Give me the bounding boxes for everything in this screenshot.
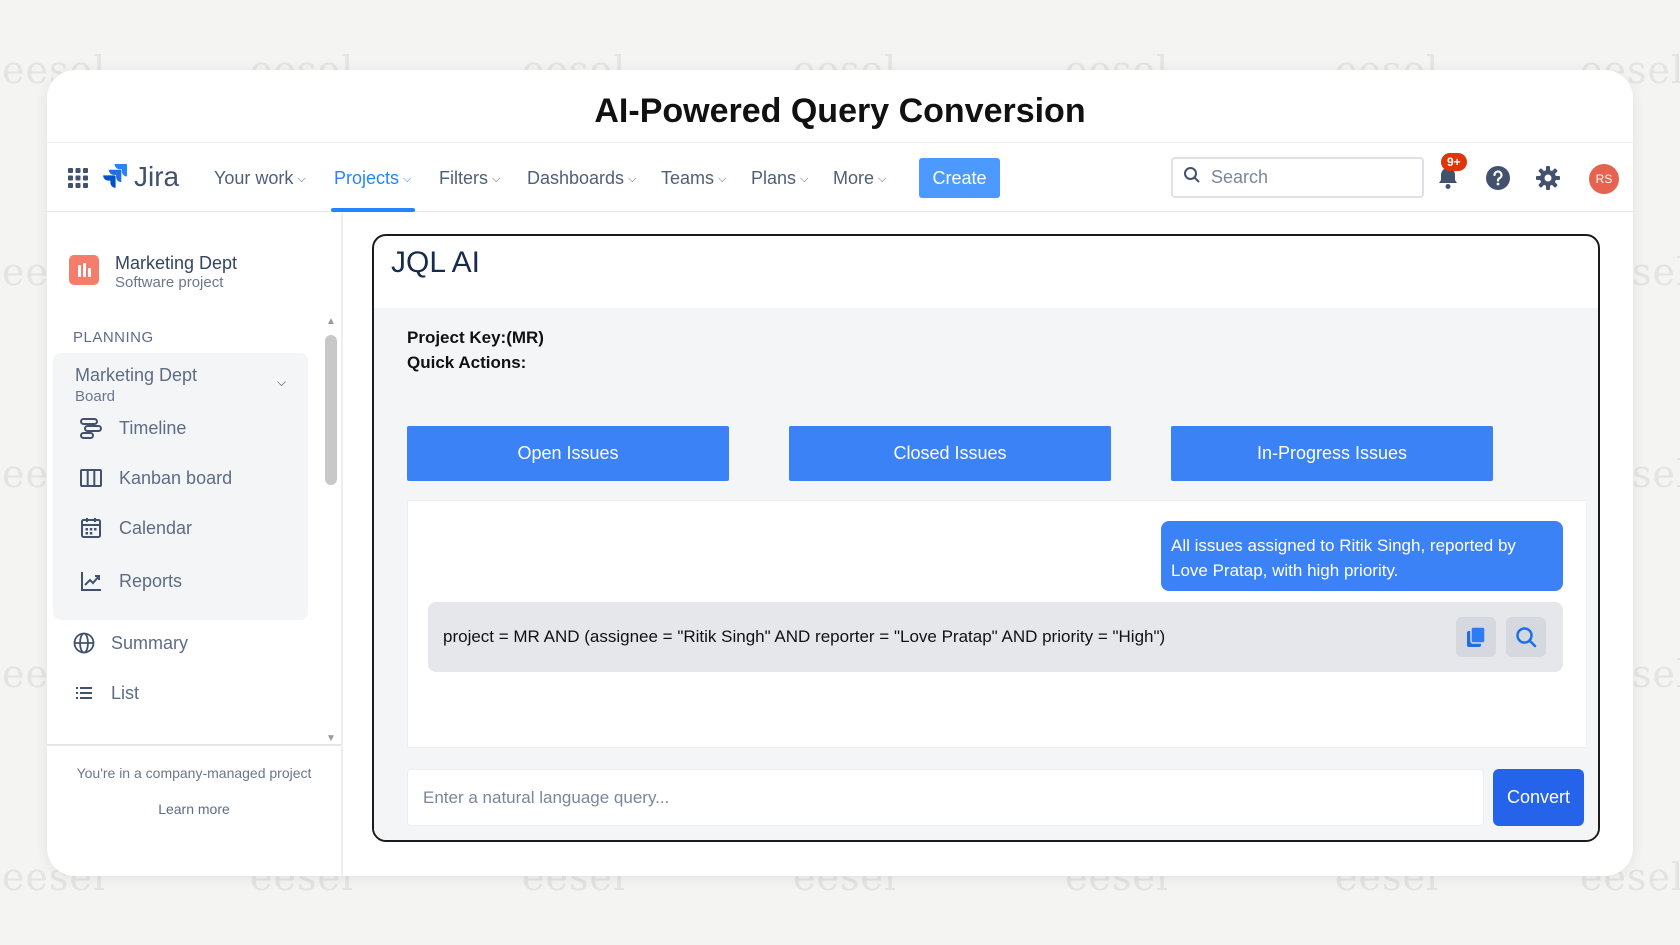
chevron-down-icon: ⌵ [403, 172, 412, 185]
open-issues-button[interactable]: Open Issues [407, 426, 729, 481]
convert-button[interactable]: Convert [1493, 769, 1584, 826]
sidebar-item-label: Reports [119, 570, 183, 591]
natural-language-query-input[interactable] [407, 769, 1484, 826]
scroll-down-arrow-icon[interactable]: ▼ [326, 733, 336, 744]
quick-actions-label: Quick Actions: [407, 353, 527, 372]
active-nav-indicator [331, 208, 415, 212]
company-managed-note: You're in a company-managed project [76, 765, 312, 781]
notification-badge: 9+ [1441, 153, 1467, 171]
nav-projects[interactable]: Projects ⌵ [334, 165, 411, 191]
sidebar-divider [47, 744, 341, 746]
jql-ai-body: Project Key:(MR) Quick Actions: Open Iss… [374, 308, 1598, 840]
sidebar-item-calendar[interactable]: Calendar [79, 514, 192, 542]
calendar-icon [81, 518, 101, 538]
reports-icon [81, 572, 101, 591]
board-name[interactable]: Marketing Dept [75, 365, 197, 386]
board-subtitle: Board [75, 388, 116, 405]
project-type: Software project [115, 274, 224, 291]
sidebar-item-label: Kanban board [119, 467, 233, 488]
section-heading-planning: PLANNING [73, 329, 154, 346]
chevron-down-icon: ⌵ [878, 172, 887, 185]
nav-label: Teams [661, 167, 715, 188]
nav-label: Your work [214, 167, 294, 188]
chevron-down-icon: ⌵ [297, 172, 306, 185]
chevron-down-icon: ⌵ [800, 172, 809, 185]
chevron-down-icon: ⌵ [628, 172, 637, 185]
nav-dashboards[interactable]: Dashboards ⌵ [527, 165, 636, 191]
nav-label: Dashboards [527, 167, 625, 188]
sidebar-item-reports[interactable]: Reports [79, 567, 182, 595]
timeline-icon [80, 418, 102, 439]
search-query-button[interactable] [1506, 617, 1546, 657]
jql-result-query: project = MR AND (assignee = "Ritik Sing… [443, 627, 1166, 646]
nav-label: Filters [439, 167, 488, 188]
nav-filters[interactable]: Filters ⌵ [439, 165, 500, 191]
nav-label: Projects [334, 167, 400, 188]
avatar[interactable]: RS [1589, 164, 1619, 194]
nav-teams[interactable]: Teams ⌵ [661, 165, 726, 191]
kanban-icon [80, 469, 102, 487]
copy-icon [1467, 626, 1486, 647]
app-switcher-icon[interactable] [67, 167, 89, 189]
sidebar-item-list[interactable]: List [73, 679, 139, 707]
main-card: AI-Powered Query Conversion Jira Your wo… [47, 70, 1633, 876]
jql-ai-panel: JQL AI Project Key:(MR) Quick Actions: O… [372, 234, 1600, 842]
project-name[interactable]: Marketing Dept [115, 253, 237, 274]
list-icon [76, 687, 92, 699]
project-key-label: Project Key:(MR) [407, 328, 544, 347]
chat-area: All issues assigned to Ritik Singh, repo… [407, 500, 1587, 748]
sidebar-item-label: Summary [111, 632, 189, 653]
chevron-down-icon: ⌵ [718, 172, 727, 185]
nav-label: More [833, 167, 875, 188]
jql-result-row: project = MR AND (assignee = "Ritik Sing… [428, 602, 1563, 672]
search-icon [1516, 627, 1537, 648]
search-icon [1183, 166, 1201, 189]
sidebar-scrollbar[interactable] [325, 335, 337, 485]
nav-more[interactable]: More ⌵ [833, 165, 886, 191]
learn-more-link[interactable]: Learn more [47, 801, 341, 817]
sidebar-item-label: Calendar [119, 517, 193, 538]
copy-query-button[interactable] [1456, 617, 1496, 657]
sidebar-item-kanban-board[interactable]: Kanban board [79, 464, 232, 492]
jira-logo[interactable]: Jira [102, 161, 179, 193]
sidebar-item-label: List [111, 682, 140, 703]
search-box[interactable] [1171, 157, 1424, 198]
user-message-bubble: All issues assigned to Ritik Singh, repo… [1161, 521, 1563, 591]
sidebar: Marketing Dept Software project PLANNING… [47, 213, 343, 876]
nav-label: Plans [751, 167, 797, 188]
sidebar-item-timeline[interactable]: Timeline [79, 414, 186, 442]
project-avatar-icon [69, 255, 99, 285]
search-input[interactable] [1211, 167, 1401, 188]
closed-issues-button[interactable]: Closed Issues [789, 426, 1111, 481]
settings-gear-icon[interactable] [1533, 163, 1563, 193]
nav-your-work[interactable]: Your work ⌵ [214, 165, 306, 191]
create-button[interactable]: Create [919, 158, 1000, 198]
jira-logo-icon [102, 162, 128, 193]
board-group: Marketing Dept Board ⌵ Timeline Kanban b… [53, 353, 308, 620]
top-nav: Jira Your work ⌵ Projects ⌵ Filters ⌵ Dashb… [47, 142, 1633, 212]
in-progress-issues-button[interactable]: In-Progress Issues [1171, 426, 1493, 481]
help-icon[interactable] [1483, 163, 1513, 193]
sidebar-item-summary[interactable]: Summary [73, 629, 188, 657]
jira-logo-text: Jira [134, 161, 180, 192]
chevron-down-icon[interactable]: ⌵ [277, 375, 286, 390]
sidebar-item-label: Timeline [119, 417, 187, 438]
scroll-up-arrow-icon[interactable]: ▲ [326, 316, 336, 327]
globe-icon [73, 632, 95, 654]
nav-plans[interactable]: Plans ⌵ [751, 165, 808, 191]
page-title: AI-Powered Query Conversion [594, 92, 1086, 130]
chevron-down-icon: ⌵ [492, 172, 501, 185]
jql-ai-title: JQL AI [391, 246, 480, 279]
